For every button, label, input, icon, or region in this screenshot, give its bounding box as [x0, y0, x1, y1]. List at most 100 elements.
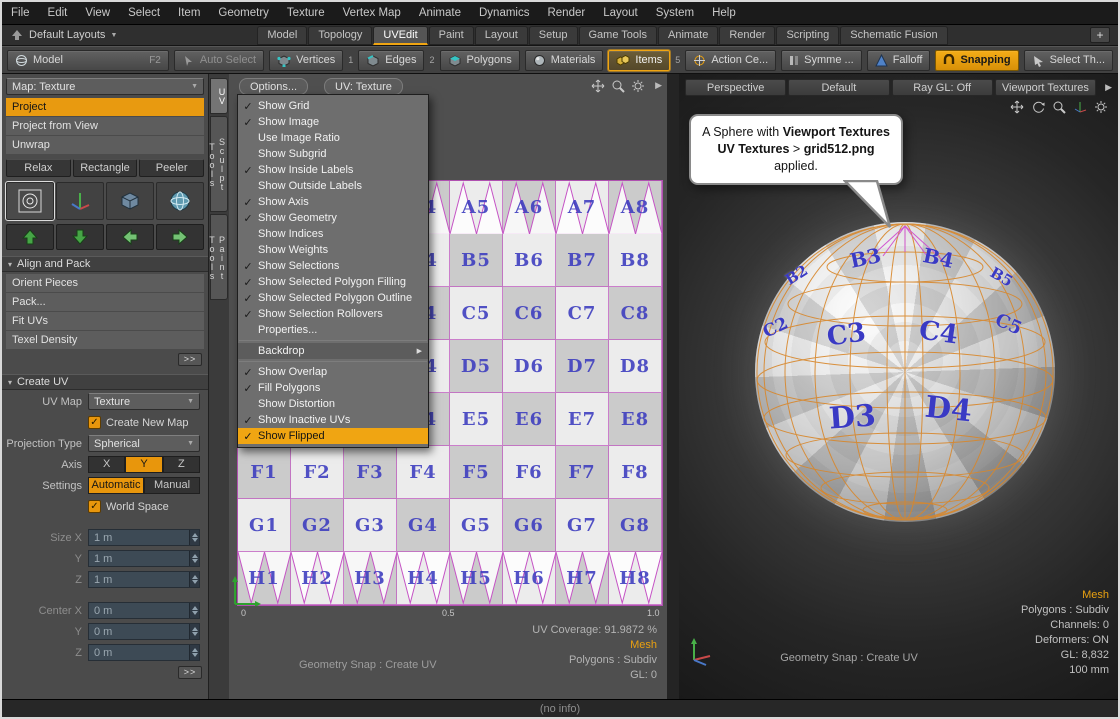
viewport-mode-viewport-textures[interactable]: Viewport Textures	[995, 79, 1096, 96]
align-item-fit-uvs[interactable]: Fit UVs	[6, 312, 204, 330]
falloff-button[interactable]: Falloff	[867, 50, 931, 71]
menu-item[interactable]: Item	[169, 2, 209, 24]
move-up-button[interactable]	[6, 224, 54, 250]
align-pack-header[interactable]: ▾ Align and Pack	[2, 256, 208, 272]
menu-edit[interactable]: Edit	[39, 2, 77, 24]
layouts-icon[interactable]	[10, 28, 24, 42]
size-field-size-x[interactable]: 1 m	[88, 529, 200, 546]
select-through-button[interactable]: Select Th...	[1024, 50, 1113, 71]
materials-button[interactable]: Materials	[525, 50, 604, 71]
viewport-expand-arrow-icon[interactable]: ▶	[1105, 82, 1112, 93]
menu-item-show-axis[interactable]: ✓Show Axis	[238, 194, 428, 210]
settings-manual-option[interactable]: Manual	[144, 477, 200, 494]
menu-item-show-selection-rollovers[interactable]: ✓Show Selection Rollovers	[238, 306, 428, 322]
options-button[interactable]: Options...	[239, 78, 308, 95]
projection-type-dropdown[interactable]: Spherical ▼	[88, 435, 200, 452]
create-new-map-checkbox[interactable]: ✓ Create New Map	[88, 416, 200, 429]
edges-button[interactable]: Edges	[358, 50, 424, 71]
menu-dynamics[interactable]: Dynamics	[470, 2, 538, 24]
menu-item-show-weights[interactable]: Show Weights	[238, 242, 428, 258]
move-down-button[interactable]	[56, 224, 104, 250]
project-item-project[interactable]: Project	[6, 98, 204, 116]
viewport-mode-perspective[interactable]: Perspective	[685, 79, 786, 96]
menu-item-show-geometry[interactable]: ✓Show Geometry	[238, 210, 428, 226]
align-item-texel-density[interactable]: Texel Density	[6, 331, 204, 349]
action-center-button[interactable]: Action Ce...	[685, 50, 776, 71]
menu-item-show-indices[interactable]: Show Indices	[238, 226, 428, 242]
uv-texture-button[interactable]: UV: Texture	[324, 78, 403, 95]
menu-item-show-selected-polygon-outline[interactable]: ✓Show Selected Polygon Outline	[238, 290, 428, 306]
uv-transform-tool-icon-button[interactable]	[56, 182, 104, 220]
pan-icon[interactable]	[591, 79, 605, 93]
uv-sphere-map-icon-button[interactable]	[156, 182, 204, 220]
uv-map-dropdown[interactable]: Texture ▼	[88, 393, 200, 410]
side-tab-paint-tools[interactable]: Paint Tools	[210, 214, 228, 300]
create-uv-header[interactable]: ▾ Create UV	[2, 374, 208, 390]
model-button[interactable]: Model F2	[7, 50, 169, 71]
create-uv-more-button[interactable]: >>	[178, 666, 202, 679]
panel-expand-arrow-icon[interactable]: ▶	[655, 80, 662, 91]
side-tab-uv[interactable]: UV	[210, 78, 228, 114]
menu-item-show-flipped[interactable]: ✓Show Flipped	[238, 428, 428, 444]
items-button[interactable]: Items	[608, 50, 670, 71]
tab-schematic-fusion[interactable]: Schematic Fusion	[840, 26, 947, 45]
move-right-button[interactable]	[156, 224, 204, 250]
menu-item-show-selected-polygon-filling[interactable]: ✓Show Selected Polygon Filling	[238, 274, 428, 290]
gizmo-icon[interactable]	[1073, 100, 1087, 114]
uv-projection-tool-icon-button[interactable]	[6, 182, 54, 220]
axis-y-option[interactable]: Y	[125, 456, 162, 473]
menu-item-show-overlap[interactable]: ✓Show Overlap	[238, 364, 428, 380]
menu-help[interactable]: Help	[703, 2, 745, 24]
tab-setup[interactable]: Setup	[529, 26, 578, 45]
menu-item-show-grid[interactable]: ✓Show Grid	[238, 98, 428, 114]
vertices-button[interactable]: Vertices	[269, 50, 343, 71]
viewport-mode-ray-gl-off[interactable]: Ray GL: Off	[892, 79, 993, 96]
menu-render[interactable]: Render	[538, 2, 594, 24]
rectangle-button[interactable]: Rectangle	[73, 159, 138, 177]
peeler-button[interactable]: Peeler	[139, 159, 204, 177]
axis-z-option[interactable]: Z	[163, 456, 200, 473]
textured-sphere[interactable]: B2B3B4B5C2C3C4C5D3D4	[755, 222, 1055, 522]
menu-item-show-distortion[interactable]: Show Distortion	[238, 396, 428, 412]
settings-gear-icon[interactable]	[631, 79, 645, 93]
center-field-y[interactable]: 0 m	[88, 623, 200, 640]
menu-item-use-image-ratio[interactable]: Use Image Ratio	[238, 130, 428, 146]
spinner-icon[interactable]	[189, 645, 199, 660]
uv-editor[interactable]: Options... UV: Texture ▶	[229, 74, 667, 699]
move-left-button[interactable]	[106, 224, 154, 250]
menu-item-show-inactive-uvs[interactable]: ✓Show Inactive UVs	[238, 412, 428, 428]
zoom-icon[interactable]	[611, 79, 625, 93]
tab-topology[interactable]: Topology	[308, 26, 372, 45]
panel-splitter[interactable]	[667, 74, 679, 699]
menu-item-backdrop[interactable]: Backdrop▶	[238, 343, 428, 359]
settings-gear-icon[interactable]	[1094, 100, 1108, 114]
snapping-button[interactable]: Snapping	[935, 50, 1018, 71]
size-field-z[interactable]: 1 m	[88, 571, 200, 588]
menu-item-properties[interactable]: Properties...	[238, 322, 428, 338]
spinner-icon[interactable]	[189, 603, 199, 618]
tab-render[interactable]: Render	[719, 26, 775, 45]
menu-item-fill-polygons[interactable]: ✓Fill Polygons	[238, 380, 428, 396]
size-field-y[interactable]: 1 m	[88, 550, 200, 567]
default-layouts-dropdown[interactable]: Default Layouts ▼	[29, 29, 117, 41]
menu-item-show-inside-labels[interactable]: ✓Show Inside Labels	[238, 162, 428, 178]
menu-animate[interactable]: Animate	[410, 2, 470, 24]
project-item-project-from-view[interactable]: Project from View	[6, 117, 204, 135]
zoom-icon[interactable]	[1052, 100, 1066, 114]
settings-automatic-option[interactable]: Automatic	[88, 477, 144, 494]
tab-animate[interactable]: Animate	[658, 26, 718, 45]
tab-game-tools[interactable]: Game Tools	[579, 26, 658, 45]
spinner-icon[interactable]	[189, 530, 199, 545]
align-pack-more-button[interactable]: >>	[178, 353, 202, 366]
menu-item-show-outside-labels[interactable]: Show Outside Labels	[238, 178, 428, 194]
side-tab-sculpt-tools[interactable]: Sculpt Tools	[210, 116, 228, 212]
menu-item-show-selections[interactable]: ✓Show Selections	[238, 258, 428, 274]
viewport-mode-default[interactable]: Default	[788, 79, 889, 96]
align-item-orient-pieces[interactable]: Orient Pieces	[6, 274, 204, 292]
menu-item-show-subgrid[interactable]: Show Subgrid	[238, 146, 428, 162]
3d-viewport[interactable]: PerspectiveDefaultRay GL: OffViewport Te…	[679, 74, 1118, 699]
symmetry-button[interactable]: Symme ...	[781, 50, 862, 71]
menu-geometry[interactable]: Geometry	[209, 2, 278, 24]
spinner-icon[interactable]	[189, 624, 199, 639]
tab-uvedit[interactable]: UVEdit	[373, 26, 427, 45]
